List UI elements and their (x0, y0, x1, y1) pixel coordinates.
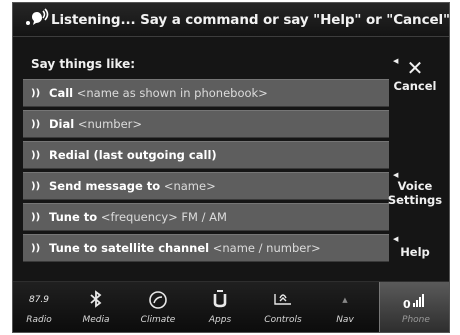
controls-icon (251, 290, 315, 310)
nav-nav[interactable]: ▲ Nav (315, 282, 375, 332)
voice-settings-line2: Settings (387, 193, 443, 207)
speaker-icon: )) (31, 181, 41, 192)
suggestions-title: Say things like: (31, 57, 136, 71)
speaker-icon: ◀ (393, 171, 399, 179)
speaker-icon: )) (31, 243, 41, 254)
command-label: Tune to satellite channel (49, 241, 210, 255)
phone-signal-icon: 0 (380, 290, 449, 311)
command-label: Send message to (49, 179, 161, 193)
listening-prompt: Listening... Say a command or say "Help"… (51, 12, 450, 28)
bluetooth-icon (65, 290, 127, 310)
cancel-label: Cancel (393, 79, 437, 93)
voice-suggestions-panel: Say things like: )) Call <name as shown … (23, 47, 389, 271)
nav-label: Media (82, 315, 110, 325)
command-label: Redial (last outgoing call) (49, 148, 217, 162)
nav-label: Apps (208, 315, 232, 325)
uconnect-screen: Listening... Say a command or say "Help"… (12, 2, 450, 333)
nav-label: Nav (336, 315, 354, 325)
command-call[interactable]: )) Call <name as shown in phonebook> (23, 79, 389, 107)
command-label: Call (49, 86, 74, 100)
speaker-icon: ◀ (393, 57, 399, 65)
nav-icon: ▲ (342, 296, 348, 304)
nav-controls[interactable]: Controls (251, 282, 315, 332)
help-button[interactable]: ◀ Help (387, 235, 443, 269)
voice-settings-button[interactable]: ◀ Voice Settings (387, 171, 443, 219)
command-tune-to[interactable]: )) Tune to <frequency> FM / AM (23, 203, 389, 231)
nav-label: Radio (26, 315, 52, 325)
speaker-icon: )) (31, 150, 41, 161)
nav-radio[interactable]: 87.9 Radio (13, 282, 65, 332)
command-hint: <frequency> FM / AM (100, 210, 227, 224)
speaker-icon: )) (31, 119, 41, 130)
nav-climate[interactable]: Climate (127, 282, 189, 332)
speaker-icon: )) (31, 88, 41, 99)
command-tune-satellite[interactable]: )) Tune to satellite channel <name / num… (23, 234, 389, 262)
voice-command-icon (26, 8, 49, 25)
command-label: Dial (49, 117, 75, 131)
command-send-message[interactable]: )) Send message to <name> (23, 172, 389, 200)
speaker-icon: )) (31, 212, 41, 223)
cancel-button[interactable]: ◀ ✕ Cancel (387, 57, 443, 103)
nav-phone[interactable]: 0 Phone (379, 282, 449, 332)
voice-status-bar: Listening... Say a command or say "Help"… (13, 3, 449, 37)
command-hint: <name / number> (212, 241, 321, 255)
command-redial[interactable]: )) Redial (last outgoing call) (23, 141, 389, 169)
nav-label: Controls (264, 315, 302, 325)
command-hint: <name as shown in phonebook> (76, 86, 268, 100)
speaker-icon: ◀ (393, 235, 399, 243)
climate-icon (127, 290, 189, 310)
nav-apps[interactable]: Apps (189, 282, 251, 332)
svg-text:0: 0 (403, 298, 411, 310)
command-label: Tune to (49, 210, 98, 224)
command-hint: <name> (163, 179, 216, 193)
nav-media[interactable]: Media (65, 282, 127, 332)
command-dial[interactable]: )) Dial <number> (23, 110, 389, 138)
command-hint: <number> (77, 117, 143, 131)
nav-label: Climate (140, 315, 176, 325)
apps-icon (189, 290, 251, 310)
nav-label: Phone (402, 315, 430, 325)
bottom-nav-bar: 87.9 Radio Media Climate Apps Controls ▲… (13, 281, 449, 332)
radio-frequency: 87.9 (28, 295, 50, 305)
